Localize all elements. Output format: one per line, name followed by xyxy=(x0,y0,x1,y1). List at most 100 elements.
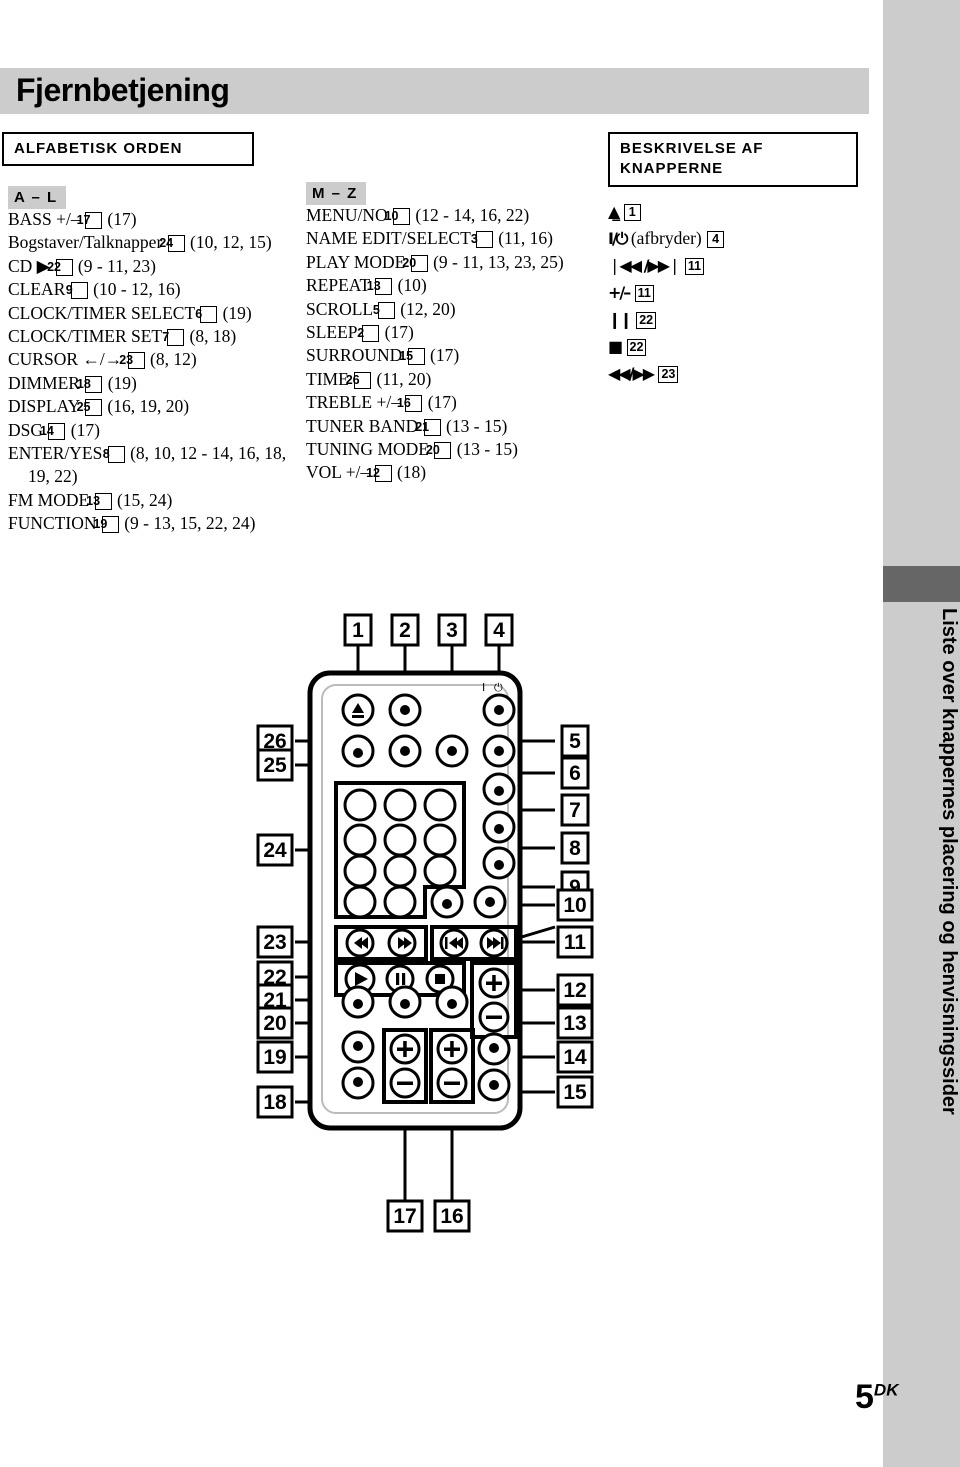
callout-20: 20 xyxy=(256,1006,294,1040)
svg-text:13: 13 xyxy=(563,1012,586,1035)
index-list-m-z: MENU/NO 10 (12 - 14, 16, 22) NAME EDIT/SE… xyxy=(306,204,606,485)
prev-next-track-icon: ❘◀◀ /▶▶❘ xyxy=(608,256,681,275)
svg-text:10: 10 xyxy=(563,894,586,917)
index-entry-m-z: SLEEP 2 (17) xyxy=(306,322,414,343)
button-number-badge: 23 xyxy=(658,366,679,383)
button-number-badge: 4 xyxy=(707,231,725,248)
index-list-a-l: BASS +/– 17 (17) Bogstaver/Talknapper 24 … xyxy=(8,208,298,536)
index-entry-a-l: BASS +/– 17 (17) xyxy=(8,209,137,229)
plus-minus-icon: +/– xyxy=(608,283,631,302)
index-entry-m-z: MENU/NO 10 (12 - 14, 16, 22) xyxy=(306,205,530,225)
svg-text:2: 2 xyxy=(399,619,411,642)
callout-7: 7 xyxy=(560,793,590,827)
index-entry-m-z: TIME 26 (11, 20) xyxy=(306,368,432,389)
manual-page: Liste over knappernes placering og henvi… xyxy=(0,0,960,1467)
button-number-badge: 2 xyxy=(357,325,380,343)
index-entry-a-l: DISPLAY 25 (16, 19, 20) xyxy=(8,396,190,417)
pause-icon: ❙❙ xyxy=(608,310,633,329)
svg-text:18: 18 xyxy=(263,1091,287,1114)
index-entry-m-z: TUNER BAND 21 (13 - 15) xyxy=(306,415,508,436)
callout-2: 2 xyxy=(390,613,420,647)
svg-text:5: 5 xyxy=(569,730,581,753)
callout-23: 23 xyxy=(256,925,294,959)
button-number-badge: 20 xyxy=(426,442,452,460)
button-number-badge: 13 xyxy=(86,492,112,510)
button-number-badge: 21 xyxy=(415,418,441,436)
button-description-line2: KNAPPERNE xyxy=(620,160,724,178)
index-entry-a-l: ENTER/YES 8 (8, 10, 12 - 14, 16, 18, 19,… xyxy=(8,443,287,487)
button-number-badge: 11 xyxy=(684,258,705,275)
index-entry-m-z: TUNING MODE 20 (13 - 15) xyxy=(306,439,518,460)
index-entry-description: ▲̲ 1 xyxy=(608,198,868,225)
callout-3: 3 xyxy=(437,613,467,647)
index-entry-a-l: CLOCK/TIMER SET 7 (8, 18) xyxy=(8,326,237,347)
button-number-badge: 23 xyxy=(119,352,145,370)
power-icon: I/⏻ xyxy=(608,229,629,248)
callout-8: 8 xyxy=(560,831,590,865)
callout-18: 18 xyxy=(256,1085,294,1119)
svg-text:14: 14 xyxy=(563,1046,587,1069)
svg-text:16: 16 xyxy=(440,1205,463,1228)
page-title: Fjernbetjening xyxy=(16,72,230,108)
index-entry-m-z: SCROLL 5 (12, 20) xyxy=(306,298,456,319)
button-number-badge: 15 xyxy=(399,348,425,366)
callout-10: 10 xyxy=(556,888,594,922)
index-entry-a-l: DIMMER 18 (19) xyxy=(8,372,137,393)
index-entry-description: ■ 22 xyxy=(608,333,868,360)
page-number: 5DK xyxy=(855,1378,898,1417)
svg-text:24: 24 xyxy=(263,839,287,862)
button-number-badge: 7 xyxy=(162,329,185,347)
callout-14: 14 xyxy=(556,1040,594,1074)
callout-11: 11 xyxy=(556,925,594,959)
eject-icon: ▲̲ xyxy=(608,202,620,221)
svg-text:4: 4 xyxy=(493,619,505,642)
callout-24: 24 xyxy=(256,833,294,867)
button-number-badge: 24 xyxy=(159,235,185,253)
button-number-badge: 20 xyxy=(402,254,428,272)
button-number-badge: 18 xyxy=(77,375,103,393)
svg-text:1: 1 xyxy=(352,619,364,642)
index-entry-m-z: PLAY MODE 20 (9 - 11, 13, 23, 25) xyxy=(306,251,564,272)
sidebar-vertical-title: Liste over knappernes placering og henvi… xyxy=(938,608,960,1115)
index-entry-a-l: FUNCTION 19 (9 - 13, 15, 22, 24) xyxy=(8,513,256,534)
svg-text:7: 7 xyxy=(569,799,581,822)
button-number-badge: 12 xyxy=(366,465,392,483)
button-number-badge: 10 xyxy=(385,208,411,225)
index-entry-description: +/– 11 xyxy=(608,279,868,306)
index-entry-description: ◀◀/▶▶ 23 xyxy=(608,360,868,387)
svg-text:11: 11 xyxy=(564,931,587,954)
button-number-badge: 22 xyxy=(636,312,657,329)
index-entry-a-l: CLOCK/TIMER SELECT 6 (19) xyxy=(8,302,252,323)
index-entry-m-z: VOL +/– 12 (18) xyxy=(306,462,427,483)
callout-6: 6 xyxy=(560,756,590,790)
stop-icon: ■ xyxy=(608,337,623,356)
section-header-alphabetical: ALFABETISK ORDEN xyxy=(2,132,254,167)
svg-text:23: 23 xyxy=(263,931,286,954)
svg-text:⏻: ⏻ xyxy=(494,681,503,694)
button-number-badge: 26 xyxy=(346,371,372,389)
button-number-badge: 19 xyxy=(93,516,119,534)
callout-15: 15 xyxy=(556,1075,594,1109)
callout-13: 13 xyxy=(556,1006,594,1040)
button-number-badge: 14 xyxy=(40,422,66,440)
button-number-badge: 16 xyxy=(397,395,423,413)
page-number-value: 5 xyxy=(855,1378,874,1416)
index-entry-a-l: CD ▶ 22 (9 - 11, 23) xyxy=(8,255,156,276)
svg-text:12: 12 xyxy=(563,979,586,1002)
callout-17: 17 xyxy=(386,1199,424,1233)
button-number-badge: 5 xyxy=(373,301,395,319)
remote-control-diagram: I ⏻ 1 2 3 4 26 25 24 23 22 21 20 19 18 5… xyxy=(250,605,610,1245)
button-number-badge: 11 xyxy=(634,285,654,302)
index-entry-a-l: CURSOR ←/→ 23 (8, 12) xyxy=(8,349,197,370)
index-entry-m-z: REPEAT 13 (10) xyxy=(306,275,427,296)
callout-25: 25 xyxy=(256,748,294,782)
button-number-badge: 25 xyxy=(77,399,103,417)
index-entry-a-l: FM MODE 13 (15, 24) xyxy=(8,489,173,510)
index-entry-a-l: Bogstaver/Talknapper 24 (10, 12, 15) xyxy=(8,232,272,253)
index-entry-m-z: SURROUND 15 (17) xyxy=(306,345,460,366)
button-number-badge: 1 xyxy=(623,204,641,221)
callout-19: 19 xyxy=(256,1040,294,1074)
button-number-badge: 6 xyxy=(195,305,218,323)
index-entry-a-l: DSG 14 (17) xyxy=(8,419,100,440)
button-description-line1: BESKRIVELSE AF xyxy=(620,140,764,157)
